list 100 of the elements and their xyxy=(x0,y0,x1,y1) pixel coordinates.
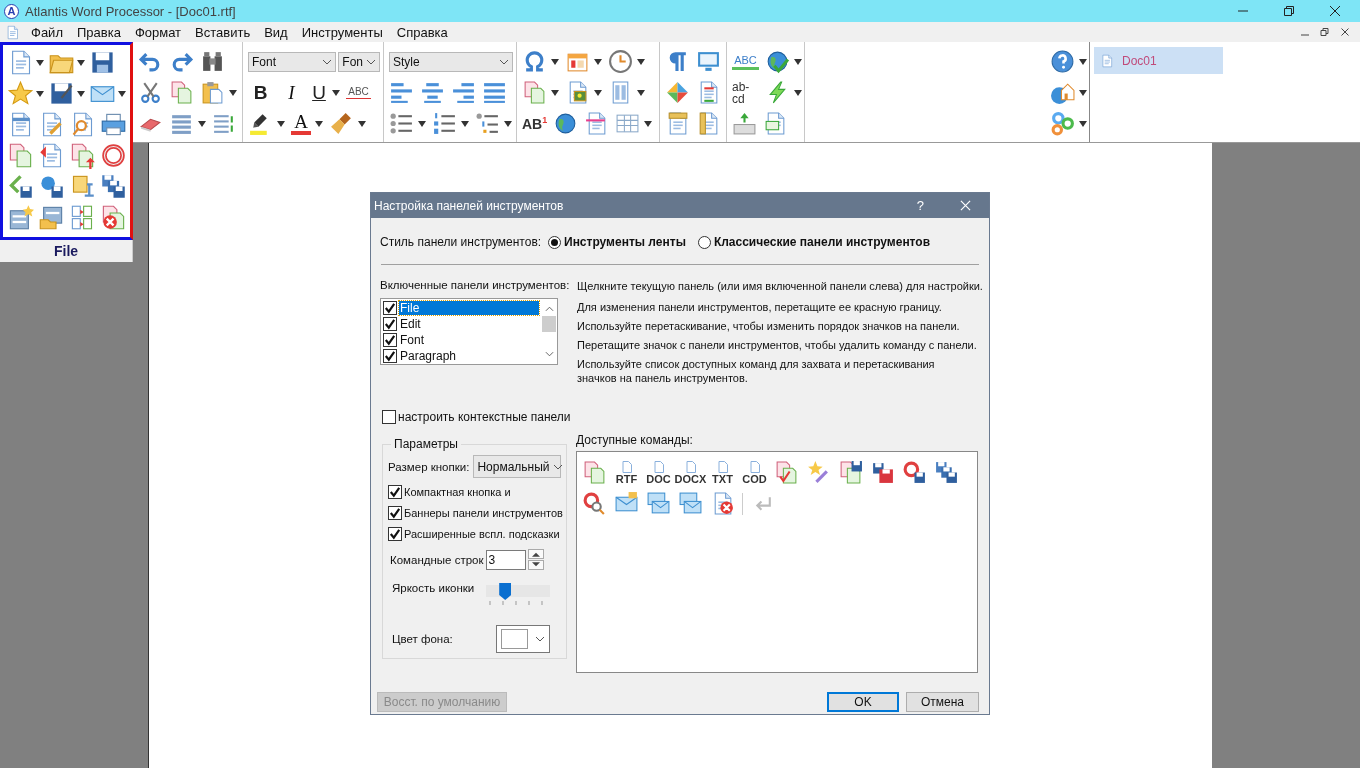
disks-icon[interactable] xyxy=(934,460,959,485)
align-right-icon[interactable] xyxy=(451,80,476,105)
rows-input[interactable]: 3 xyxy=(485,549,526,570)
documents-disk-icon[interactable] xyxy=(838,460,863,485)
menu-item[interactable]: Правка xyxy=(69,24,128,40)
globe-disk-icon[interactable] xyxy=(38,173,65,200)
caret-icon[interactable] xyxy=(504,119,512,128)
radio-button[interactable] xyxy=(548,235,561,249)
monitor-icon[interactable] xyxy=(696,49,721,74)
chevron-icon[interactable] xyxy=(366,58,376,65)
binoculars-icon[interactable] xyxy=(200,49,225,74)
menu-item[interactable]: Формат xyxy=(127,24,189,40)
checkbox[interactable] xyxy=(383,333,397,347)
scroll-up-icon[interactable] xyxy=(544,306,554,312)
align-center-icon[interactable] xyxy=(420,80,445,105)
caret-icon[interactable] xyxy=(551,88,559,97)
clipboard-icon[interactable] xyxy=(200,80,225,105)
envelopes-icon[interactable] xyxy=(646,491,671,516)
font-size-dropdown[interactable]: Fon xyxy=(338,51,380,72)
caret-icon[interactable] xyxy=(644,119,652,128)
caret-icon[interactable] xyxy=(594,57,602,66)
disk-pen-icon[interactable] xyxy=(48,80,75,107)
list-item[interactable]: Font xyxy=(399,333,539,347)
server-star-icon[interactable] xyxy=(7,204,34,231)
color-dropdown[interactable] xyxy=(496,625,550,653)
menu-item[interactable]: Справка xyxy=(389,24,455,40)
button-size-dropdown[interactable]: Нормальный xyxy=(473,455,562,478)
star-wrench-icon[interactable] xyxy=(806,460,831,485)
style-dropdown[interactable]: Style xyxy=(389,51,513,72)
menu-item[interactable]: Инструменты xyxy=(294,24,390,40)
menu-item[interactable]: Файл xyxy=(24,24,70,40)
close-icon[interactable] xyxy=(1340,27,1350,37)
document-icon[interactable] xyxy=(717,460,728,473)
caret-icon[interactable] xyxy=(637,88,645,97)
caret-icon[interactable] xyxy=(461,119,469,128)
hyphenation-button[interactable]: ab- cd xyxy=(732,80,759,105)
star-icon[interactable] xyxy=(7,80,34,107)
keyboard-icon[interactable] xyxy=(732,111,757,136)
checkbox[interactable] xyxy=(383,349,397,363)
disk-icon[interactable] xyxy=(7,173,34,200)
checkbox[interactable] xyxy=(388,485,402,499)
globe-check-icon[interactable] xyxy=(765,49,790,74)
scroll-down-icon[interactable] xyxy=(544,351,554,357)
italic-button[interactable]: I xyxy=(279,81,304,104)
dialog-button[interactable]: Отмена xyxy=(906,692,979,712)
help-button[interactable]: ? xyxy=(916,198,924,213)
caret-icon[interactable] xyxy=(332,88,340,97)
documents-check-icon[interactable] xyxy=(774,460,799,485)
envelopes-icon[interactable] xyxy=(678,491,703,516)
caret-icon[interactable] xyxy=(418,119,426,128)
checkbox[interactable] xyxy=(388,527,402,541)
numbered-list-icon[interactable] xyxy=(432,111,457,136)
menu-item[interactable]: Вставить xyxy=(188,24,258,40)
chevron-icon[interactable] xyxy=(322,58,333,65)
bold-button[interactable]: B xyxy=(248,81,273,104)
commands-list[interactable]: RTF DOC DOCX TXT COD xyxy=(576,451,978,673)
spin-buttons[interactable] xyxy=(527,549,544,570)
caret-icon[interactable] xyxy=(794,88,802,97)
lifebuoy-icon[interactable] xyxy=(100,142,127,169)
documents-icon[interactable] xyxy=(7,142,34,169)
disks-icon[interactable] xyxy=(100,173,127,200)
underline-button[interactable]: U xyxy=(310,81,328,104)
strikethrough-button[interactable]: ABC xyxy=(346,86,371,99)
caret-icon[interactable] xyxy=(315,119,323,128)
chevron-icon[interactable] xyxy=(499,58,509,65)
document-icon[interactable] xyxy=(653,460,664,473)
slider-thumb[interactable] xyxy=(499,583,512,600)
chevron-icon[interactable] xyxy=(535,636,545,642)
globe-icon[interactable] xyxy=(553,111,578,136)
caret-icon[interactable] xyxy=(77,58,85,67)
disks-icon[interactable] xyxy=(870,460,895,485)
brush-icon[interactable] xyxy=(329,111,354,136)
multilevel-list-icon[interactable] xyxy=(475,111,500,136)
lifebuoy-disk-icon[interactable] xyxy=(902,460,927,485)
clock-icon[interactable] xyxy=(608,49,633,74)
caret-icon[interactable] xyxy=(358,119,366,128)
diamond-icon[interactable] xyxy=(665,80,690,105)
checkbox[interactable] xyxy=(382,410,396,424)
superscript-button[interactable]: AB$^{1}$ xyxy=(522,115,547,132)
server-folder-icon[interactable] xyxy=(38,204,65,231)
caret-icon[interactable] xyxy=(198,119,206,128)
slider-track[interactable] xyxy=(486,585,550,597)
copy-icon[interactable] xyxy=(169,80,194,105)
radio-button[interactable] xyxy=(697,235,711,249)
list-item[interactable]: Edit xyxy=(399,317,539,331)
caret-icon[interactable] xyxy=(1079,119,1087,128)
chevron-icon[interactable] xyxy=(552,463,563,470)
document-icon[interactable] xyxy=(685,460,696,473)
caret-icon[interactable] xyxy=(1079,88,1087,97)
caret-icon[interactable] xyxy=(77,89,85,98)
maximize-icon[interactable] xyxy=(1284,6,1294,16)
documents-close-icon[interactable] xyxy=(100,204,127,231)
caret-icon[interactable] xyxy=(118,89,126,98)
caret-icon[interactable] xyxy=(794,57,802,66)
document-icon[interactable] xyxy=(749,460,760,473)
restore-icon[interactable] xyxy=(1320,27,1330,37)
bullet-list-icon[interactable] xyxy=(389,111,414,136)
documents-arrow-icon[interactable] xyxy=(69,142,96,169)
dialog-button[interactable]: OK xyxy=(827,692,899,712)
documents-icon[interactable] xyxy=(582,460,607,485)
